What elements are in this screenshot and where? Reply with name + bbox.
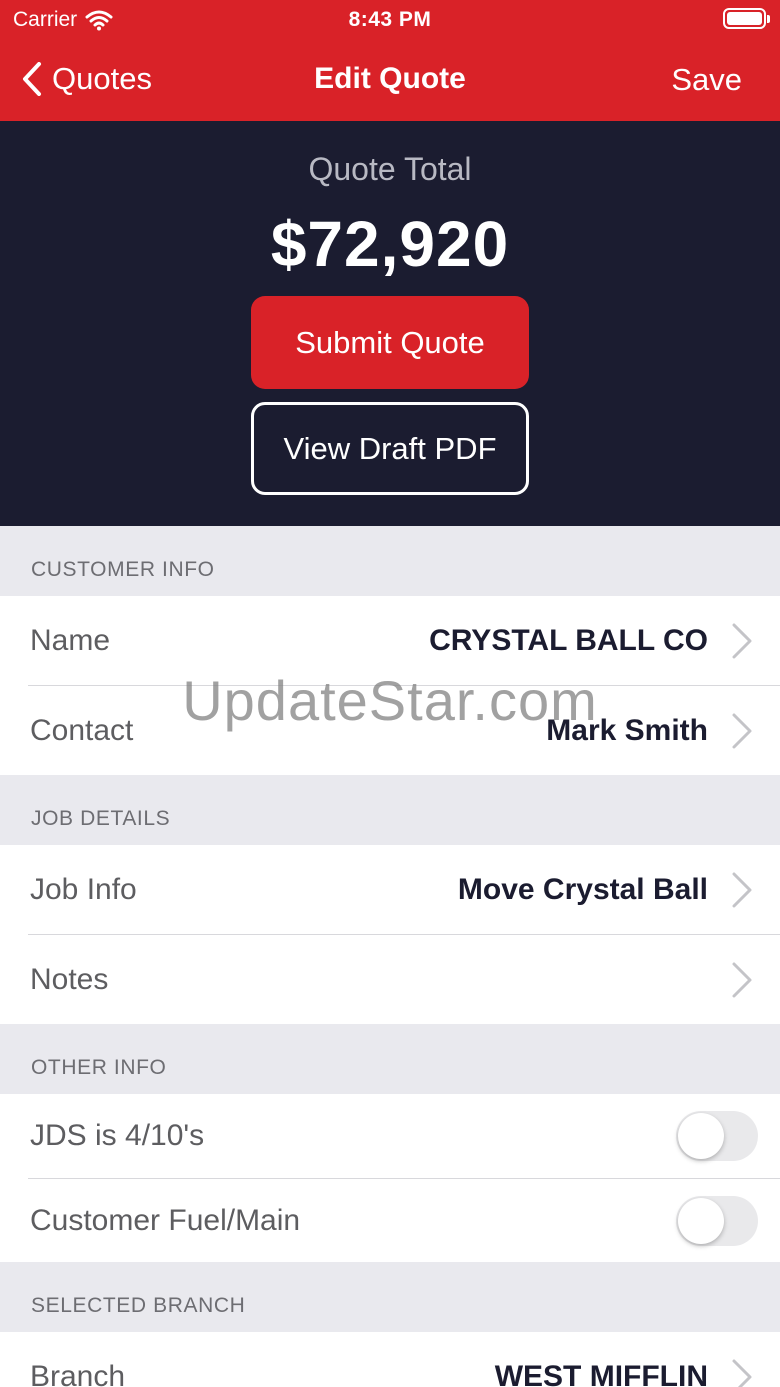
selected-branch-group: Branch WEST MIFFLIN <box>0 1332 780 1387</box>
chevron-right-icon <box>732 713 752 748</box>
section-header-other-info: OTHER INFO <box>0 1024 780 1094</box>
navigation-bar: Quotes Edit Quote Save <box>0 40 780 121</box>
job-details-group: Job Info Move Crystal Ball Notes <box>0 845 780 1024</box>
chevron-right-icon <box>732 962 752 997</box>
battery-icon <box>723 8 770 29</box>
save-button[interactable]: Save <box>671 62 742 98</box>
section-header-label: SELECTED BRANCH <box>31 1294 246 1317</box>
row-branch[interactable]: Branch WEST MIFFLIN <box>0 1332 780 1387</box>
row-value: CRYSTAL BALL CO <box>429 623 708 657</box>
row-jds: JDS is 4/10's <box>0 1094 780 1178</box>
customer-fuel-toggle[interactable] <box>676 1195 758 1246</box>
row-contact[interactable]: Contact Mark Smith <box>0 686 780 775</box>
row-label: Customer Fuel/Main <box>30 1203 301 1237</box>
section-header-label: CUSTOMER INFO <box>31 558 215 581</box>
quote-total-label: Quote Total <box>308 151 472 187</box>
row-label: JDS is 4/10's <box>30 1119 205 1152</box>
view-draft-pdf-button[interactable]: View Draft PDF <box>251 402 529 495</box>
row-label: Name <box>30 623 111 657</box>
status-time: 8:43 PM <box>348 8 432 31</box>
section-header-customer-info: CUSTOMER INFO <box>0 526 780 596</box>
submit-quote-button[interactable]: Submit Quote <box>251 296 529 389</box>
toggle-knob <box>678 1197 724 1244</box>
status-bar: Carrier 8:43 PM <box>0 0 780 40</box>
row-label: Contact <box>30 713 134 747</box>
row-notes[interactable]: Notes <box>0 935 780 1024</box>
row-value: Move Crystal Ball <box>457 872 708 906</box>
customer-info-group: Name CRYSTAL BALL CO Contact Mark Smith <box>0 596 780 775</box>
row-job-info[interactable]: Job Info Move Crystal Ball <box>0 845 780 934</box>
quote-total-value: $72,920 <box>270 208 510 280</box>
toggle-knob <box>678 1113 724 1159</box>
row-label: Notes <box>30 962 109 996</box>
row-label: Job Info <box>30 872 137 906</box>
quote-total-panel: Quote Total $72,920 Submit Quote View Dr… <box>0 121 780 526</box>
chevron-right-icon <box>732 623 752 658</box>
row-name[interactable]: Name CRYSTAL BALL CO <box>0 596 780 685</box>
row-label: Branch <box>30 1359 126 1387</box>
section-header-label: JOB DETAILS <box>31 807 171 830</box>
chevron-right-icon <box>732 1359 752 1387</box>
top-bar: Carrier 8:43 PM Quotes Edit Quote Save <box>0 0 780 121</box>
jds-toggle[interactable] <box>676 1111 758 1161</box>
row-value: Mark Smith <box>546 713 708 747</box>
row-customer-fuel: Customer Fuel/Main <box>0 1179 780 1262</box>
row-value: WEST MIFFLIN <box>494 1359 708 1387</box>
section-header-label: OTHER INFO <box>31 1056 167 1079</box>
section-header-job-details: JOB DETAILS <box>0 775 780 845</box>
chevron-right-icon <box>732 872 752 907</box>
other-info-group: JDS is 4/10's Customer Fuel/Main <box>0 1094 780 1262</box>
page-title: Edit Quote <box>314 62 466 95</box>
section-header-selected-branch: SELECTED BRANCH <box>0 1262 780 1332</box>
